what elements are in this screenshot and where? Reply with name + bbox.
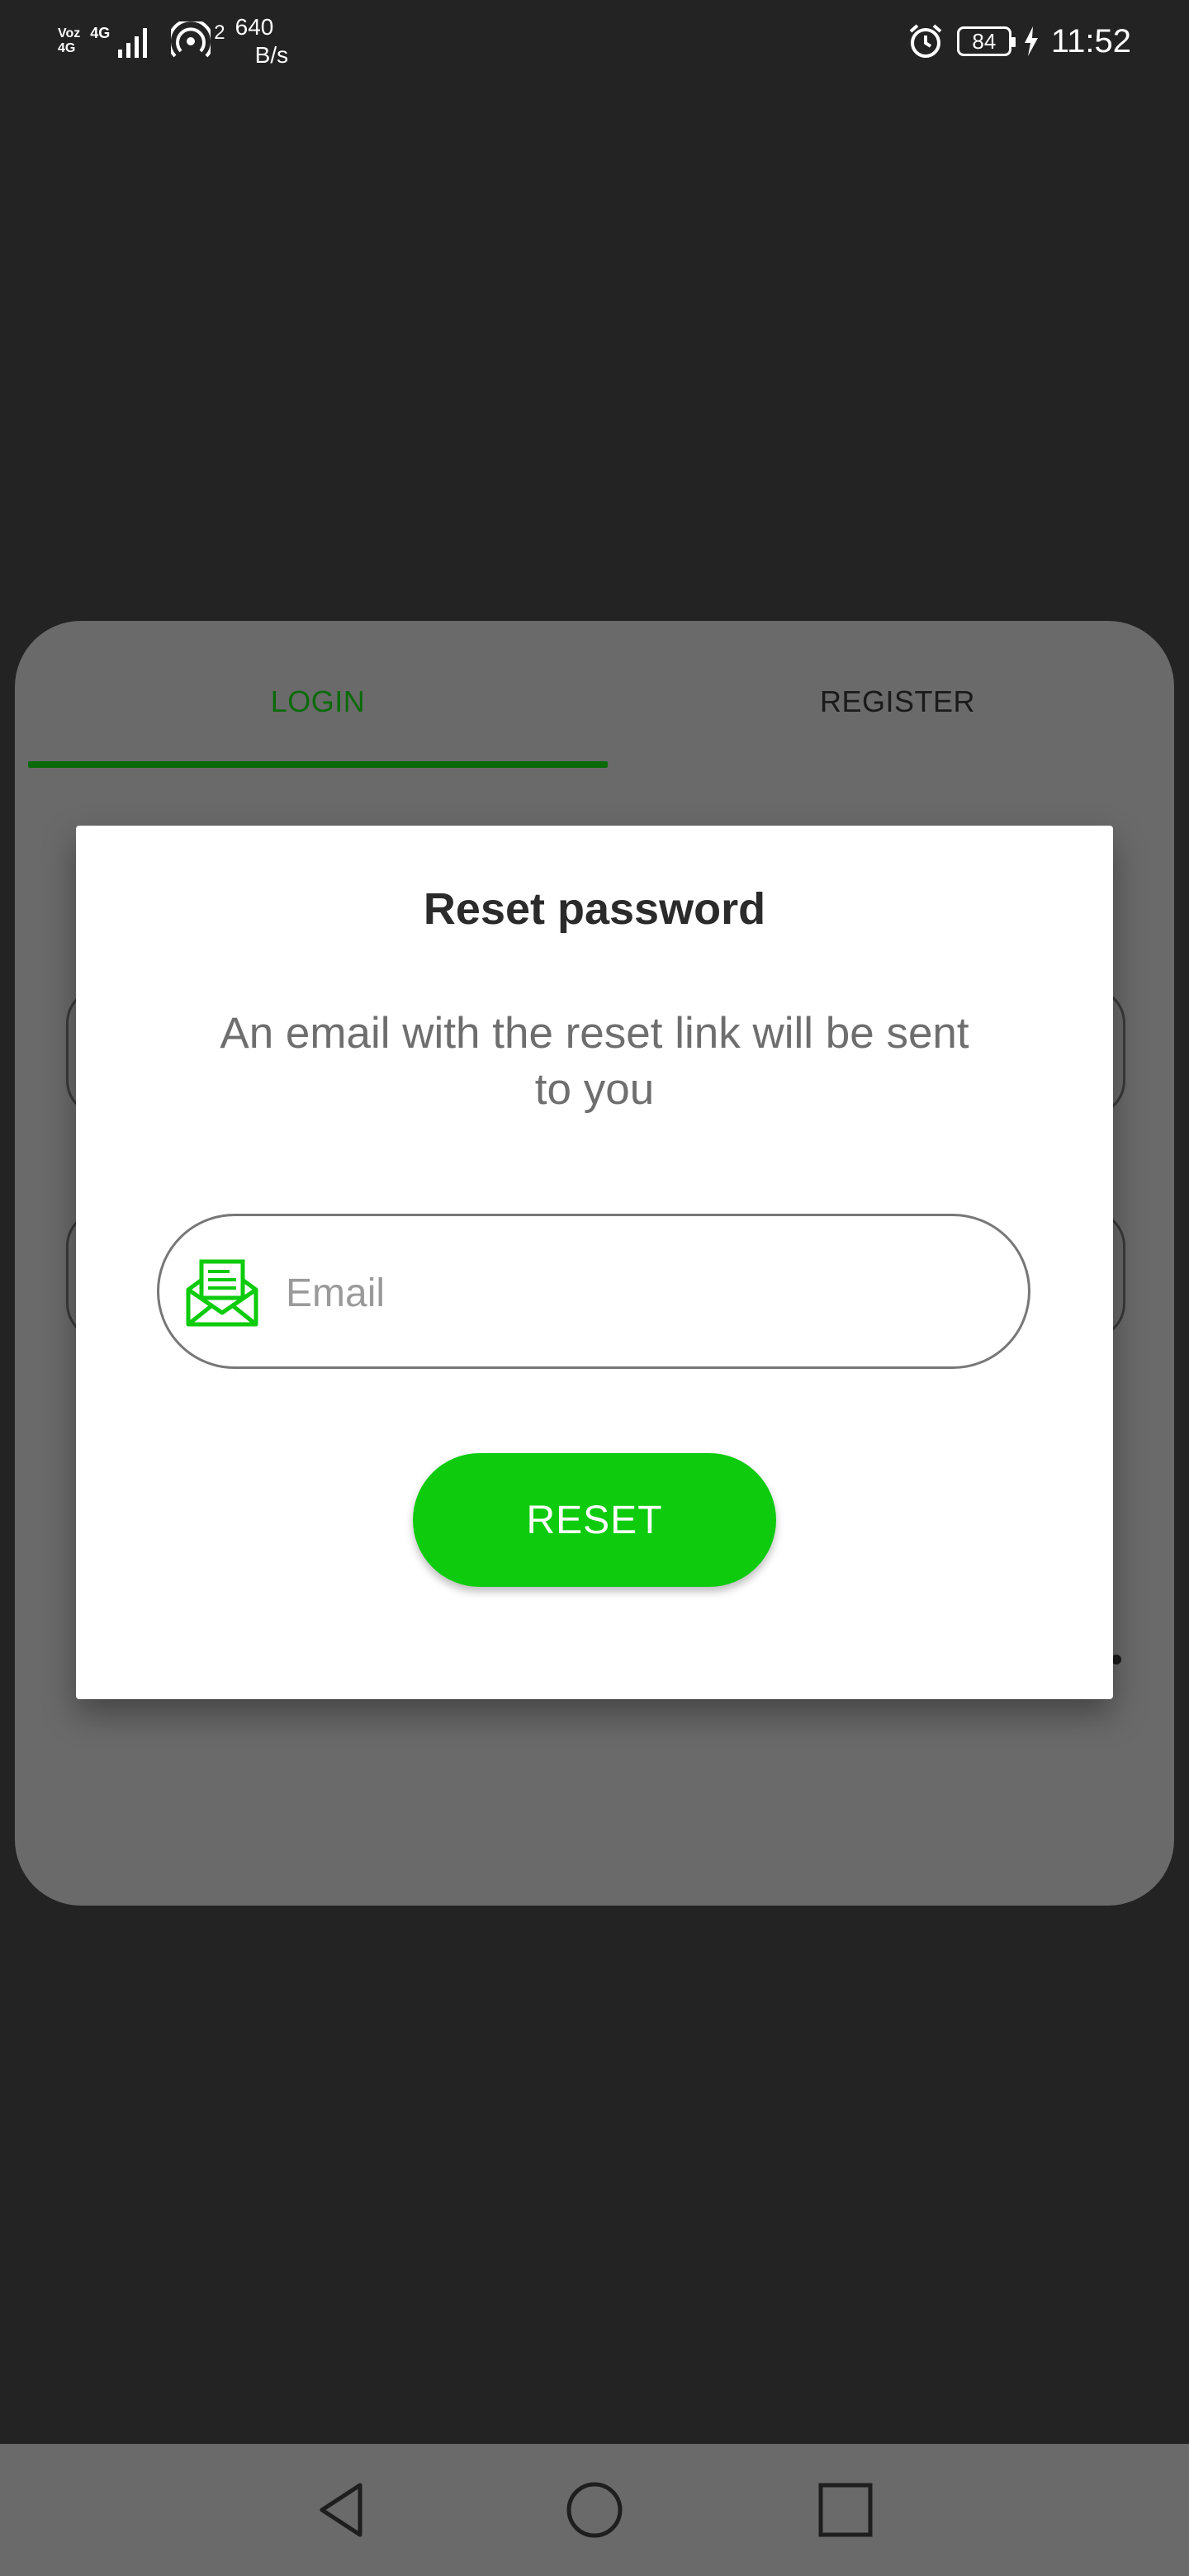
carrier-top: Voz xyxy=(58,26,81,40)
charging-icon xyxy=(1024,26,1038,56)
email-input[interactable] xyxy=(286,1263,996,1323)
tab-register-label: REGISTER xyxy=(819,684,976,718)
battery-level: 84 xyxy=(972,28,997,54)
hotspot-count: 2 xyxy=(214,21,225,44)
signal-icon: 4G xyxy=(90,25,153,58)
dialog-title: Reset password xyxy=(423,884,766,934)
alarm-icon xyxy=(909,24,942,58)
signal-bars-icon xyxy=(118,28,148,58)
home-icon[interactable] xyxy=(563,2479,626,2541)
status-right: 84 11:52 xyxy=(906,15,1131,68)
battery-icon: 84 xyxy=(956,26,1016,56)
network-speed: 640 B/s xyxy=(235,13,288,69)
carrier-bottom: 4G xyxy=(58,41,76,55)
tab-register[interactable]: REGISTER xyxy=(608,677,1187,727)
status-bar: Voz 4G 4G 2 640 B/s 84 11:52 xyxy=(0,0,1189,83)
carrier-label: Voz 4G xyxy=(58,26,80,56)
back-icon[interactable] xyxy=(310,2479,373,2541)
speed-unit: B/s xyxy=(254,42,289,68)
tab-login-label: LOGIN xyxy=(270,684,366,718)
tab-indicator xyxy=(28,761,608,768)
network-type: 4G xyxy=(90,25,111,41)
status-left: Voz 4G 4G 2 640 B/s xyxy=(58,13,288,69)
reset-button[interactable]: RESET xyxy=(413,1453,776,1587)
recents-icon[interactable] xyxy=(816,2480,875,2540)
speed-value: 640 xyxy=(234,14,274,40)
dialog-message: An email with the reset link will be sen… xyxy=(220,1009,969,1114)
hotspot-icon: 2 xyxy=(171,21,225,61)
tab-login[interactable]: LOGIN xyxy=(28,677,608,727)
envelope-open-icon xyxy=(186,1259,258,1327)
clock: 11:52 xyxy=(1050,22,1131,59)
